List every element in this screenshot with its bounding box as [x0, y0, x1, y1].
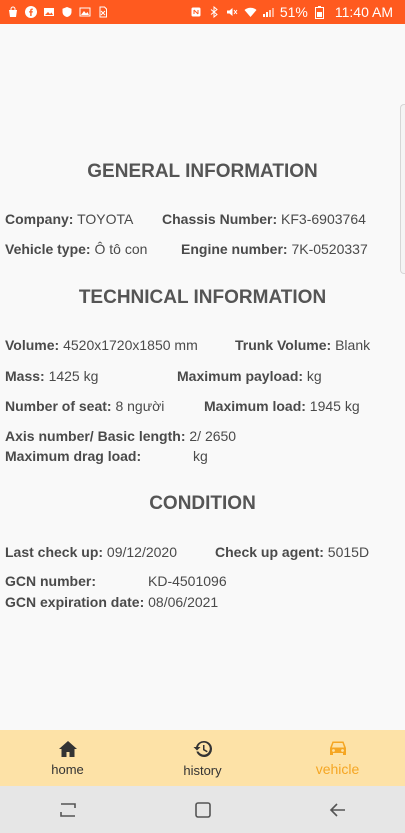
chassis-value: KF3-6903764 — [277, 211, 366, 227]
payload-row: Maximum payload: kg — [177, 368, 322, 384]
car-icon — [328, 739, 348, 757]
mute-icon — [226, 6, 239, 18]
recent-apps-button[interactable] — [56, 798, 80, 822]
axis-label: Axis number/ Basic length: — [5, 428, 186, 444]
gallery-icon — [42, 6, 55, 18]
company-row: Company: TOYOTA — [5, 211, 133, 227]
nav-home[interactable]: home — [0, 730, 135, 786]
trunk-value: Blank — [331, 337, 371, 353]
status-time: 11:40 AM — [334, 4, 393, 20]
facebook-icon — [24, 6, 37, 18]
vehicle-type-value: Ô tô con — [90, 241, 148, 257]
condition-title: CONDITION — [149, 493, 256, 514]
bluetooth-icon — [208, 5, 221, 19]
vehicle-detail-content[interactable]: GENERAL INFORMATION Company: TOYOTA Chas… — [0, 24, 405, 730]
technical-info-title: TECHNICAL INFORMATION — [78, 287, 327, 308]
gcn-exp-row: GCN expiration date: 08/06/2021 — [5, 594, 218, 610]
nav-vehicle-label: vehicle — [315, 761, 360, 777]
engine-value: 7K-0520337 — [287, 241, 368, 257]
volume-row: Volume: 4520x1720x1850 mm — [5, 337, 198, 353]
nav-history[interactable]: history — [135, 730, 270, 786]
status-right-icons: 51% 11:40 AM — [190, 4, 393, 20]
nfc-icon — [190, 6, 203, 18]
max-load-label: Maximum load: — [204, 398, 306, 414]
battery-percent: 51% — [279, 4, 308, 20]
axis-value: 2/ 2650 — [185, 428, 237, 444]
drag-label: Maximum drag load: — [5, 448, 142, 464]
vehicle-type-row: Vehicle type: Ô tô con — [5, 241, 147, 257]
nav-home-label: home — [51, 761, 84, 777]
status-left-icons — [6, 6, 109, 18]
volume-value: 4520x1720x1850 mm — [59, 337, 198, 353]
home-icon — [58, 740, 78, 758]
company-label: Company: — [5, 211, 74, 227]
mass-value: 1425 kg — [44, 368, 99, 384]
app-screen: 51% 11:40 AM GENERAL INFORMATION Company… — [0, 0, 405, 833]
last-check-label: Last check up: — [5, 544, 104, 560]
signal-icon — [262, 6, 275, 18]
volume-label: Volume: — [5, 337, 60, 353]
seat-row: Number of seat: 8 người — [5, 398, 164, 414]
engine-row: Engine number: 7K-0520337 — [181, 241, 368, 257]
gcn-exp-value: 08/06/2021 — [144, 594, 219, 610]
mass-label: Mass: — [5, 368, 45, 384]
drag-value-wrap: kg — [193, 448, 208, 464]
nav-vehicle[interactable]: vehicle — [270, 730, 405, 786]
chassis-row: Chassis Number: KF3-6903764 — [162, 211, 366, 227]
seat-label: Number of seat: — [5, 398, 112, 414]
mass-row: Mass: 1425 kg — [5, 368, 98, 384]
bottom-navigation: home history vehicle — [0, 730, 405, 786]
scroll-indicator[interactable] — [400, 104, 405, 274]
back-button[interactable] — [326, 798, 350, 822]
wifi-icon — [244, 6, 257, 18]
drag-value: kg — [193, 448, 208, 464]
gcn-value-wrap: KD-4501096 — [148, 573, 227, 589]
agent-value: 5015D — [323, 544, 370, 560]
agent-label: Check up agent: — [215, 544, 324, 560]
gcn-exp-label: GCN expiration date: — [5, 594, 145, 610]
last-check-value: 09/12/2020 — [103, 544, 177, 560]
general-info-title: GENERAL INFORMATION — [87, 161, 318, 182]
bag-icon — [6, 6, 19, 18]
photo-icon — [78, 6, 91, 18]
axis-row: Axis number/ Basic length: 2/ 2650 — [5, 428, 236, 444]
gcn-label: GCN number: — [5, 573, 96, 589]
engine-label: Engine number: — [181, 241, 288, 257]
seat-value: 8 người — [111, 398, 165, 414]
history-icon — [193, 739, 213, 759]
payload-label: Maximum payload: — [177, 368, 304, 384]
payload-value: kg — [303, 368, 322, 384]
battery-icon — [313, 6, 326, 19]
vehicle-type-label: Vehicle type: — [5, 241, 91, 257]
max-load-row: Maximum load: 1945 kg — [204, 398, 360, 414]
drag-row: Maximum drag load: — [5, 448, 141, 464]
square-home-icon — [194, 801, 211, 818]
chassis-label: Chassis Number: — [162, 211, 278, 227]
max-load-value: 1945 kg — [305, 398, 360, 414]
trunk-row: Trunk Volume: Blank — [235, 337, 370, 353]
status-bar: 51% 11:40 AM — [0, 0, 405, 24]
home-system-button[interactable] — [191, 798, 215, 822]
last-check-row: Last check up: 09/12/2020 — [5, 544, 177, 560]
agent-row: Check up agent: 5015D — [215, 544, 369, 560]
gcn-row: GCN number: — [5, 573, 96, 589]
gcn-value: KD-4501096 — [148, 573, 227, 589]
shield-icon — [60, 6, 73, 18]
trunk-label: Trunk Volume: — [235, 337, 332, 353]
recent-apps-icon — [59, 802, 76, 817]
system-navigation-bar — [0, 786, 405, 833]
company-value: TOYOTA — [73, 211, 134, 227]
sim-off-icon — [96, 6, 109, 18]
nav-history-label: history — [183, 762, 222, 778]
back-arrow-icon — [329, 802, 345, 817]
